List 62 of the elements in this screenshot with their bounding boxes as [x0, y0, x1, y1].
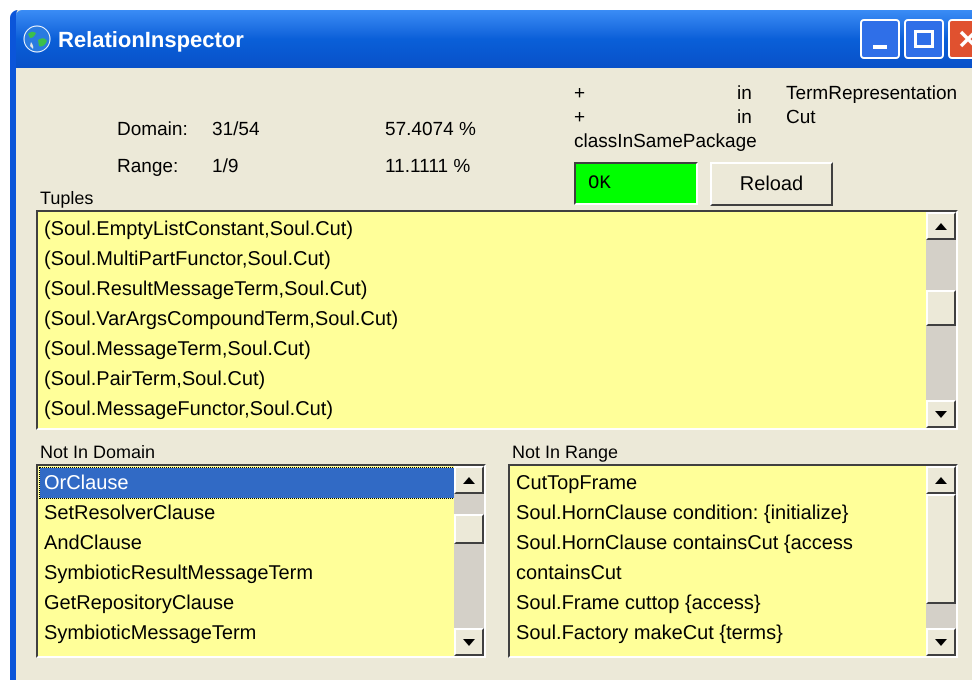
query-keyword: in	[737, 82, 753, 106]
list-item[interactable]: (Soul.MessageFunctor,Soul.Cut)	[40, 394, 926, 424]
list-item[interactable]: SymbioticResultMessageTerm	[40, 558, 454, 588]
stat-label: Range:	[117, 155, 180, 179]
up-arrow-icon	[935, 476, 947, 484]
maximize-icon	[914, 30, 934, 48]
stat-count: 1/9	[212, 155, 240, 179]
list-item[interactable]: Soul.Factory makeCut {terms}	[512, 618, 926, 648]
scroll-up-button[interactable]	[454, 466, 484, 494]
list-item[interactable]: Soul.HornClause condition: {initialize}	[512, 498, 926, 528]
stat-count: 31/54	[212, 118, 261, 142]
scroll-down-button[interactable]	[926, 400, 956, 428]
up-arrow-icon	[935, 222, 947, 230]
list-label: Not In Domain	[40, 441, 156, 464]
down-arrow-icon	[935, 410, 947, 418]
scrollbar[interactable]	[454, 466, 484, 656]
query-operator: +	[574, 82, 586, 106]
query-operator: +	[574, 106, 586, 130]
stat-percent: 11.1111 %	[385, 155, 470, 179]
scroll-up-button[interactable]	[926, 212, 956, 240]
list-item[interactable]: CutTopFrame	[512, 468, 926, 498]
list-item[interactable]: containsCut	[512, 558, 926, 588]
list-item[interactable]: GetRepositoryClause	[40, 588, 454, 618]
list-item[interactable]: Soul.Frame cuttop {access}	[512, 588, 926, 618]
down-arrow-icon	[935, 638, 947, 646]
query-term: TermRepresentation	[786, 82, 958, 106]
query-name: classInSamePackage	[574, 130, 758, 154]
scroll-up-button[interactable]	[926, 466, 956, 494]
list-item[interactable]: Soul.HornClause containsCut {access	[512, 528, 926, 558]
down-arrow-icon	[463, 638, 475, 646]
reload-button[interactable]: Reload	[710, 162, 833, 206]
scroll-thumb[interactable]	[454, 514, 484, 544]
stat-percent: 57.4074 %	[385, 118, 476, 142]
list-item[interactable]: SetResolverClause	[40, 498, 454, 528]
list-item[interactable]: (Soul.MultiPartFunctor,Soul.Cut)	[40, 244, 926, 274]
scroll-down-button[interactable]	[454, 628, 484, 656]
list-item[interactable]: (Soul.PairTerm,Soul.Cut)	[40, 364, 926, 394]
list-item[interactable]: SymbioticMessageTerm	[40, 618, 454, 648]
minimize-icon	[873, 45, 887, 49]
scrollbar[interactable]	[926, 466, 956, 656]
list-label: Not In Range	[512, 441, 620, 464]
list-item[interactable]: (Soul.EmptyListConstant,Soul.Cut)	[40, 214, 926, 244]
list-item[interactable]: (Soul.MessageTerm,Soul.Cut)	[40, 334, 926, 364]
close-icon	[959, 30, 972, 48]
up-arrow-icon	[463, 476, 475, 484]
scrollbar[interactable]	[926, 212, 956, 428]
status-field: OK	[574, 162, 698, 205]
scroll-down-button[interactable]	[926, 628, 956, 656]
query-term: Cut	[786, 106, 816, 130]
list-item[interactable]: AndClause	[40, 528, 454, 558]
list-item[interactable]: (Soul.VarArgsCompoundTerm,Soul.Cut)	[40, 304, 926, 334]
window-title: RelationInspector	[58, 26, 245, 54]
list-item[interactable]: OrClause	[40, 468, 454, 498]
maximize-button[interactable]	[904, 19, 944, 59]
scroll-thumb[interactable]	[926, 494, 956, 604]
list-item[interactable]: (Soul.ResultMessageTerm,Soul.Cut)	[40, 274, 926, 304]
stat-label: Domain:	[117, 118, 189, 142]
tuples-label: Tuples	[40, 188, 94, 208]
query-keyword: in	[737, 106, 753, 130]
minimize-button[interactable]	[860, 19, 900, 59]
scroll-thumb[interactable]	[926, 290, 956, 326]
globe-icon	[22, 24, 52, 54]
